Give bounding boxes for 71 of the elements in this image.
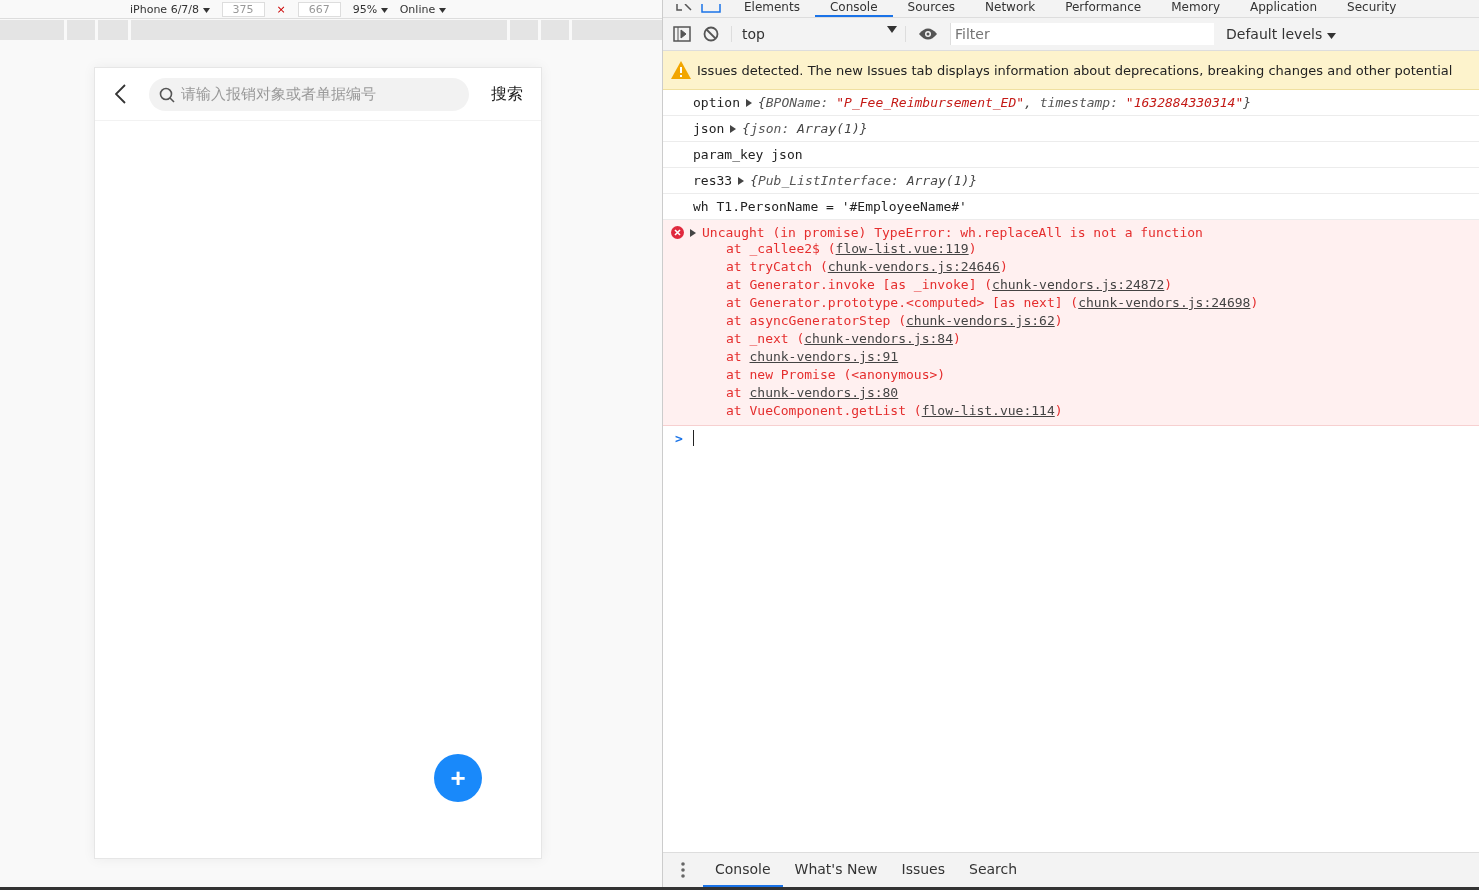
stack-line: at _next (chunk-vendors.js:84) bbox=[725, 330, 962, 348]
expand-arrow-icon[interactable] bbox=[738, 176, 745, 185]
stack-line: at _callee2$ (flow-list.vue:119) bbox=[725, 240, 978, 258]
device-toggle-icon[interactable] bbox=[701, 3, 721, 14]
more-icon[interactable] bbox=[681, 862, 685, 878]
devtools-tab[interactable]: Performance bbox=[1050, 0, 1157, 17]
caret-icon bbox=[887, 26, 897, 33]
object-preview[interactable]: {BPOName: "P_Fee_Reimbursement_ED", timestamp: "1632884330314"} bbox=[757, 95, 1252, 110]
devtools-tab[interactable]: Application bbox=[1235, 0, 1333, 17]
inspect-icon[interactable] bbox=[675, 3, 693, 14]
stack-line: at chunk-vendors.js:80 bbox=[725, 384, 900, 402]
caret-icon bbox=[1326, 33, 1336, 39]
source-link[interactable]: chunk-vendors.js:80 bbox=[749, 385, 899, 400]
source-link[interactable]: chunk-vendors.js:62 bbox=[906, 313, 1055, 328]
expand-arrow-icon[interactable] bbox=[690, 228, 696, 237]
stack-line: at VueComponent.getList (flow-list.vue:114) bbox=[725, 402, 1064, 420]
caret-icon bbox=[202, 7, 210, 13]
caret-icon bbox=[438, 7, 446, 13]
expand-arrow-icon[interactable] bbox=[730, 124, 737, 133]
devtools-tab[interactable]: Network bbox=[970, 0, 1051, 17]
source-link[interactable]: flow-list.vue:119 bbox=[835, 241, 969, 256]
source-link[interactable]: chunk-vendors.js:24698 bbox=[1078, 295, 1251, 310]
log-label: json bbox=[693, 121, 725, 136]
drawer-tab[interactable]: Issues bbox=[889, 853, 957, 887]
expand-arrow-icon[interactable] bbox=[745, 98, 752, 107]
levels-select[interactable]: Default levels bbox=[1226, 26, 1336, 42]
eye-icon[interactable] bbox=[918, 28, 938, 40]
source-link[interactable]: flow-list.vue:114 bbox=[921, 403, 1055, 418]
drawer-tab[interactable]: Search bbox=[957, 853, 1030, 887]
log-label: option bbox=[693, 95, 740, 110]
devtools-tab[interactable]: Security bbox=[1332, 0, 1412, 17]
clear-icon[interactable] bbox=[703, 26, 719, 42]
log-message: param_key json bbox=[693, 147, 803, 162]
log-label: res33 bbox=[693, 173, 733, 188]
network-select[interactable]: Online bbox=[399, 2, 446, 16]
drawer-tab[interactable]: What's New bbox=[782, 853, 890, 887]
search-button[interactable]: 搜索 bbox=[491, 83, 523, 105]
stack-line: at new Promise (<anonymous>) bbox=[725, 366, 947, 384]
zoom-select[interactable]: 95% bbox=[352, 2, 388, 16]
devtools-tab[interactable]: Elements bbox=[729, 0, 815, 17]
device-select[interactable]: iPhone 6/7/8 bbox=[130, 2, 210, 16]
stack-line: at Generator.invoke [as _invoke] (chunk-vendors.js:24872) bbox=[725, 276, 1174, 294]
filter-field[interactable]: Filter bbox=[950, 23, 1214, 45]
context-select[interactable]: top bbox=[731, 26, 906, 42]
text-cursor bbox=[692, 430, 694, 446]
stack-line: at asyncGeneratorStep (chunk-vendors.js:62) bbox=[725, 312, 1064, 330]
devtools-tab[interactable]: Memory bbox=[1156, 0, 1235, 17]
object-preview[interactable]: {Pub_ListInterface: Array(1)} bbox=[750, 173, 978, 188]
source-link[interactable]: chunk-vendors.js:84 bbox=[804, 331, 953, 346]
stack-line: at Generator.prototype.<computed> [as next] (chunk-vendors.js:24698) bbox=[725, 294, 1260, 312]
source-link[interactable]: chunk-vendors.js:24646 bbox=[827, 259, 1000, 274]
caret-icon bbox=[380, 7, 388, 13]
stack-line: at chunk-vendors.js:91 bbox=[725, 348, 900, 366]
banner-text: Issues detected. The new Issues tab displays information about deprecations, breaking changes and other potential bbox=[697, 62, 1453, 78]
log-message: wh T1.PersonName = '#EmployeeName#' bbox=[693, 199, 967, 214]
source-link[interactable]: chunk-vendors.js:91 bbox=[749, 349, 899, 364]
search-field[interactable]: 请输入报销对象或者单据编号 bbox=[149, 77, 469, 111]
add-button[interactable]: + bbox=[434, 754, 482, 802]
source-link[interactable]: chunk-vendors.js:24872 bbox=[992, 277, 1165, 292]
prompt-sign: > bbox=[675, 430, 683, 446]
error-icon bbox=[671, 226, 684, 239]
error-text: Uncaught (in promise) TypeError: wh.replaceAll is not a function bbox=[702, 225, 1203, 240]
drawer-tab[interactable]: Console bbox=[703, 853, 783, 887]
stack-line: at tryCatch (chunk-vendors.js:24646) bbox=[725, 258, 1009, 276]
sidebar-toggle-icon[interactable] bbox=[673, 26, 691, 42]
object-preview[interactable]: {json: Array(1)} bbox=[742, 121, 868, 136]
search-icon bbox=[159, 86, 175, 103]
back-icon[interactable] bbox=[115, 84, 127, 104]
times-sign: × bbox=[276, 2, 286, 16]
warning-icon bbox=[671, 61, 691, 79]
devtools-tab[interactable]: Sources bbox=[892, 0, 971, 17]
